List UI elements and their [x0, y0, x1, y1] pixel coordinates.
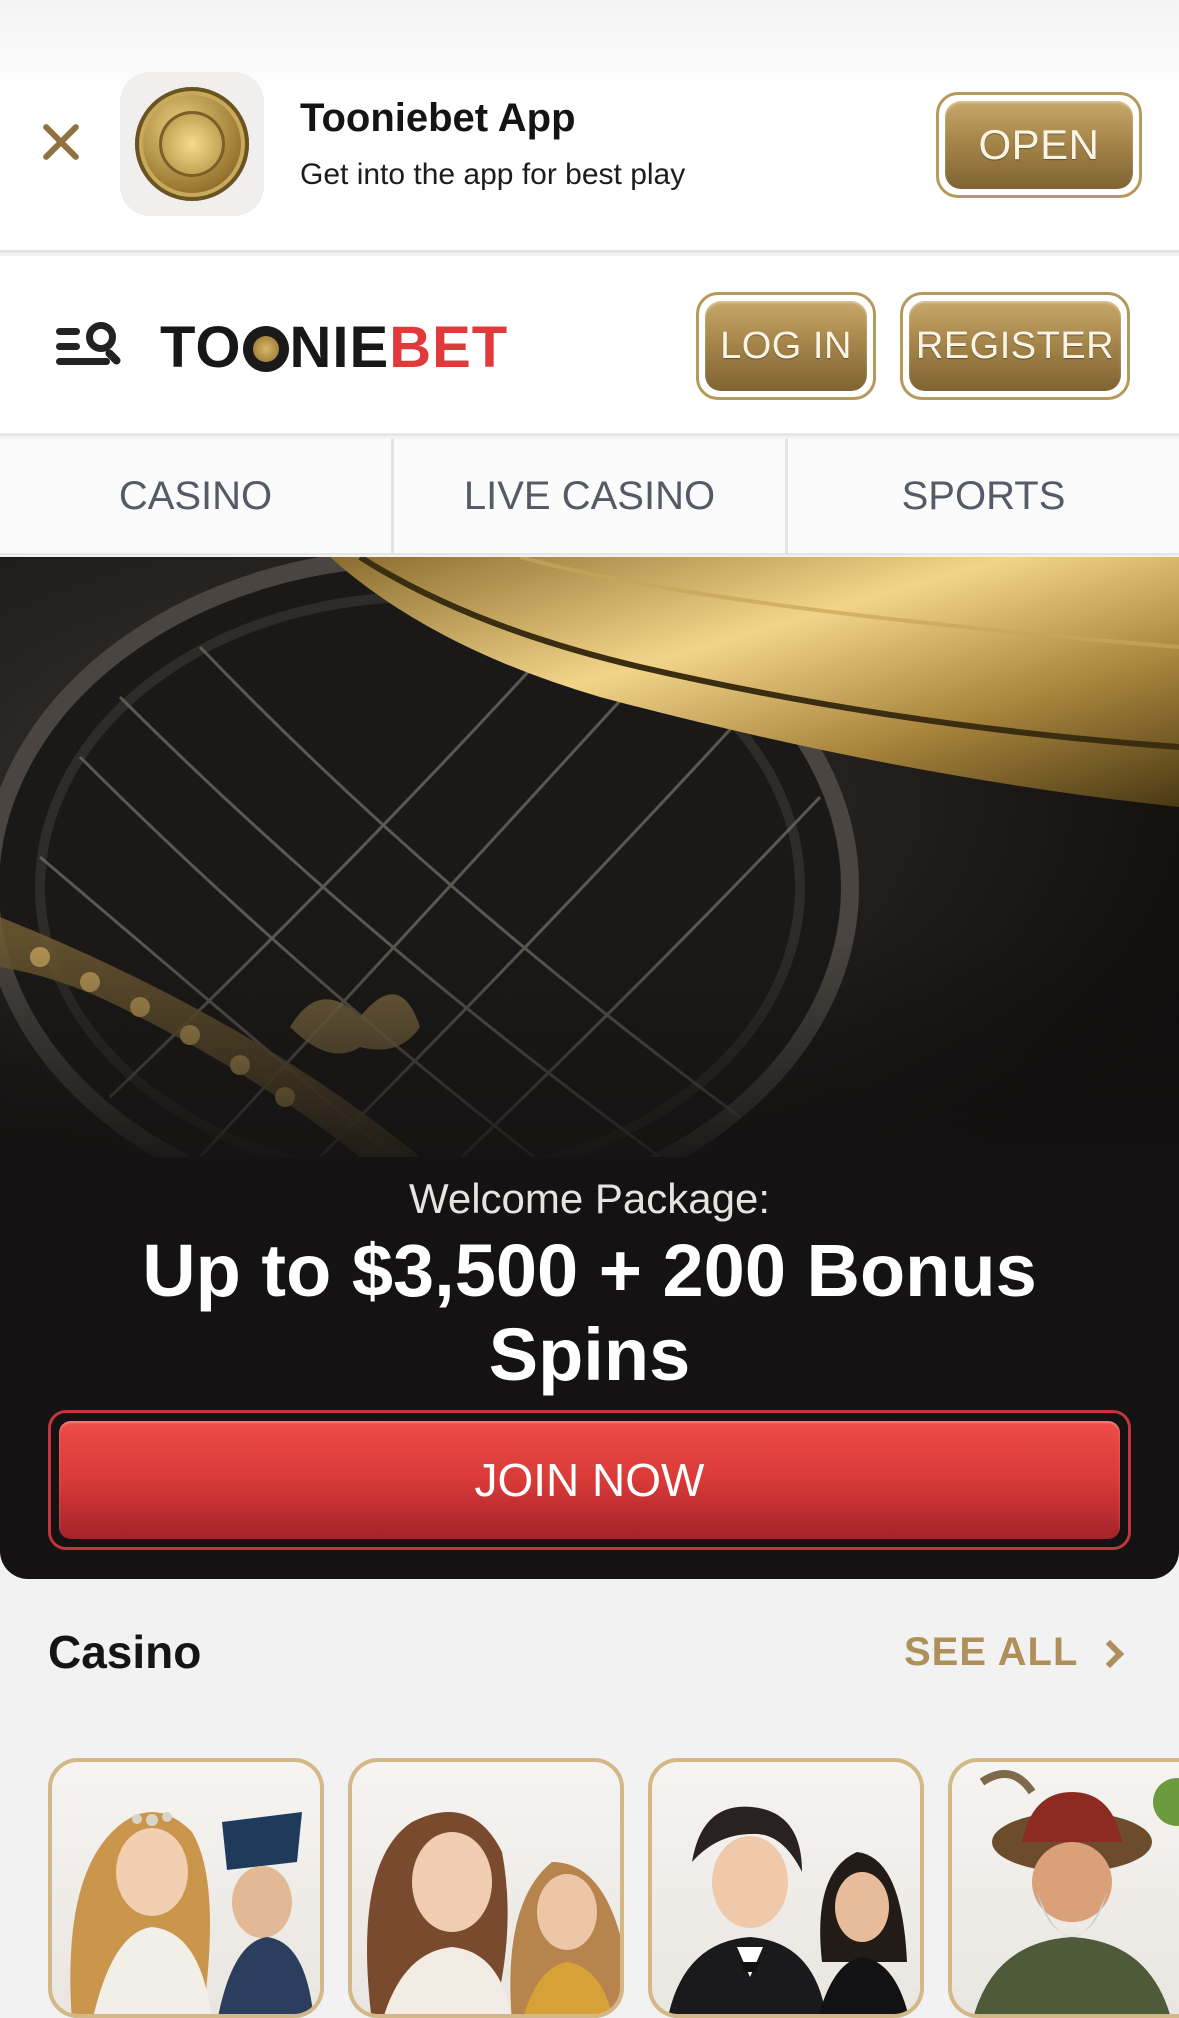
see-all-link[interactable]: SEE ALL — [904, 1630, 1125, 1675]
join-now-label: JOIN NOW — [59, 1421, 1120, 1539]
login-button[interactable]: LOG IN — [696, 292, 876, 400]
join-now-button[interactable]: JOIN NOW — [48, 1410, 1131, 1550]
game-thumbnail — [974, 1770, 1179, 2014]
menu-search-icon[interactable] — [56, 322, 124, 372]
game-thumbnail — [367, 1812, 620, 2014]
close-icon[interactable] — [38, 120, 82, 164]
banner-subtitle: Get into the app for best play — [300, 158, 686, 191]
site-header: TO NIE BET LOG IN REGISTER — [0, 256, 1179, 436]
casino-section-title: Casino — [48, 1626, 202, 1678]
tab-casino[interactable]: CASINO — [0, 439, 394, 553]
hero-kicker: Welcome Package: — [408, 1175, 771, 1222]
app-icon[interactable] — [120, 72, 264, 216]
site-logo[interactable]: TO NIE BET — [160, 314, 508, 381]
game-card[interactable] — [948, 1758, 1179, 2018]
game-thumbnail — [70, 1812, 314, 2014]
banner-title: Tooniebet App — [300, 96, 576, 140]
login-label: LOG IN — [705, 301, 867, 391]
game-card[interactable] — [348, 1758, 624, 2018]
tab-sports[interactable]: SPORTS — [788, 439, 1179, 553]
game-card[interactable] — [48, 1758, 324, 2018]
open-app-button[interactable]: OPEN — [936, 92, 1142, 198]
tab-live-casino[interactable]: LIVE CASINO — [394, 439, 788, 553]
coin-logo-icon — [135, 87, 249, 201]
maple-coin-icon — [242, 325, 289, 372]
see-all-label: SEE ALL — [904, 1630, 1079, 1674]
chevron-right-icon — [1096, 1639, 1125, 1668]
category-tabs: CASINO LIVE CASINO SPORTS — [0, 439, 1179, 555]
app-banner: Tooniebet App Get into the app for best … — [0, 0, 1179, 253]
game-thumbnail — [668, 1806, 909, 2014]
game-card[interactable] — [648, 1758, 924, 2018]
register-button[interactable]: REGISTER — [900, 292, 1130, 400]
register-label: REGISTER — [909, 301, 1121, 391]
hero-banner: Welcome Package: Up to $3,500 + 200 Bonu… — [0, 557, 1179, 1579]
open-app-label: OPEN — [945, 101, 1133, 189]
hero-title: Up to $3,500 + 200 Bonus Spins — [142, 1229, 1037, 1396]
